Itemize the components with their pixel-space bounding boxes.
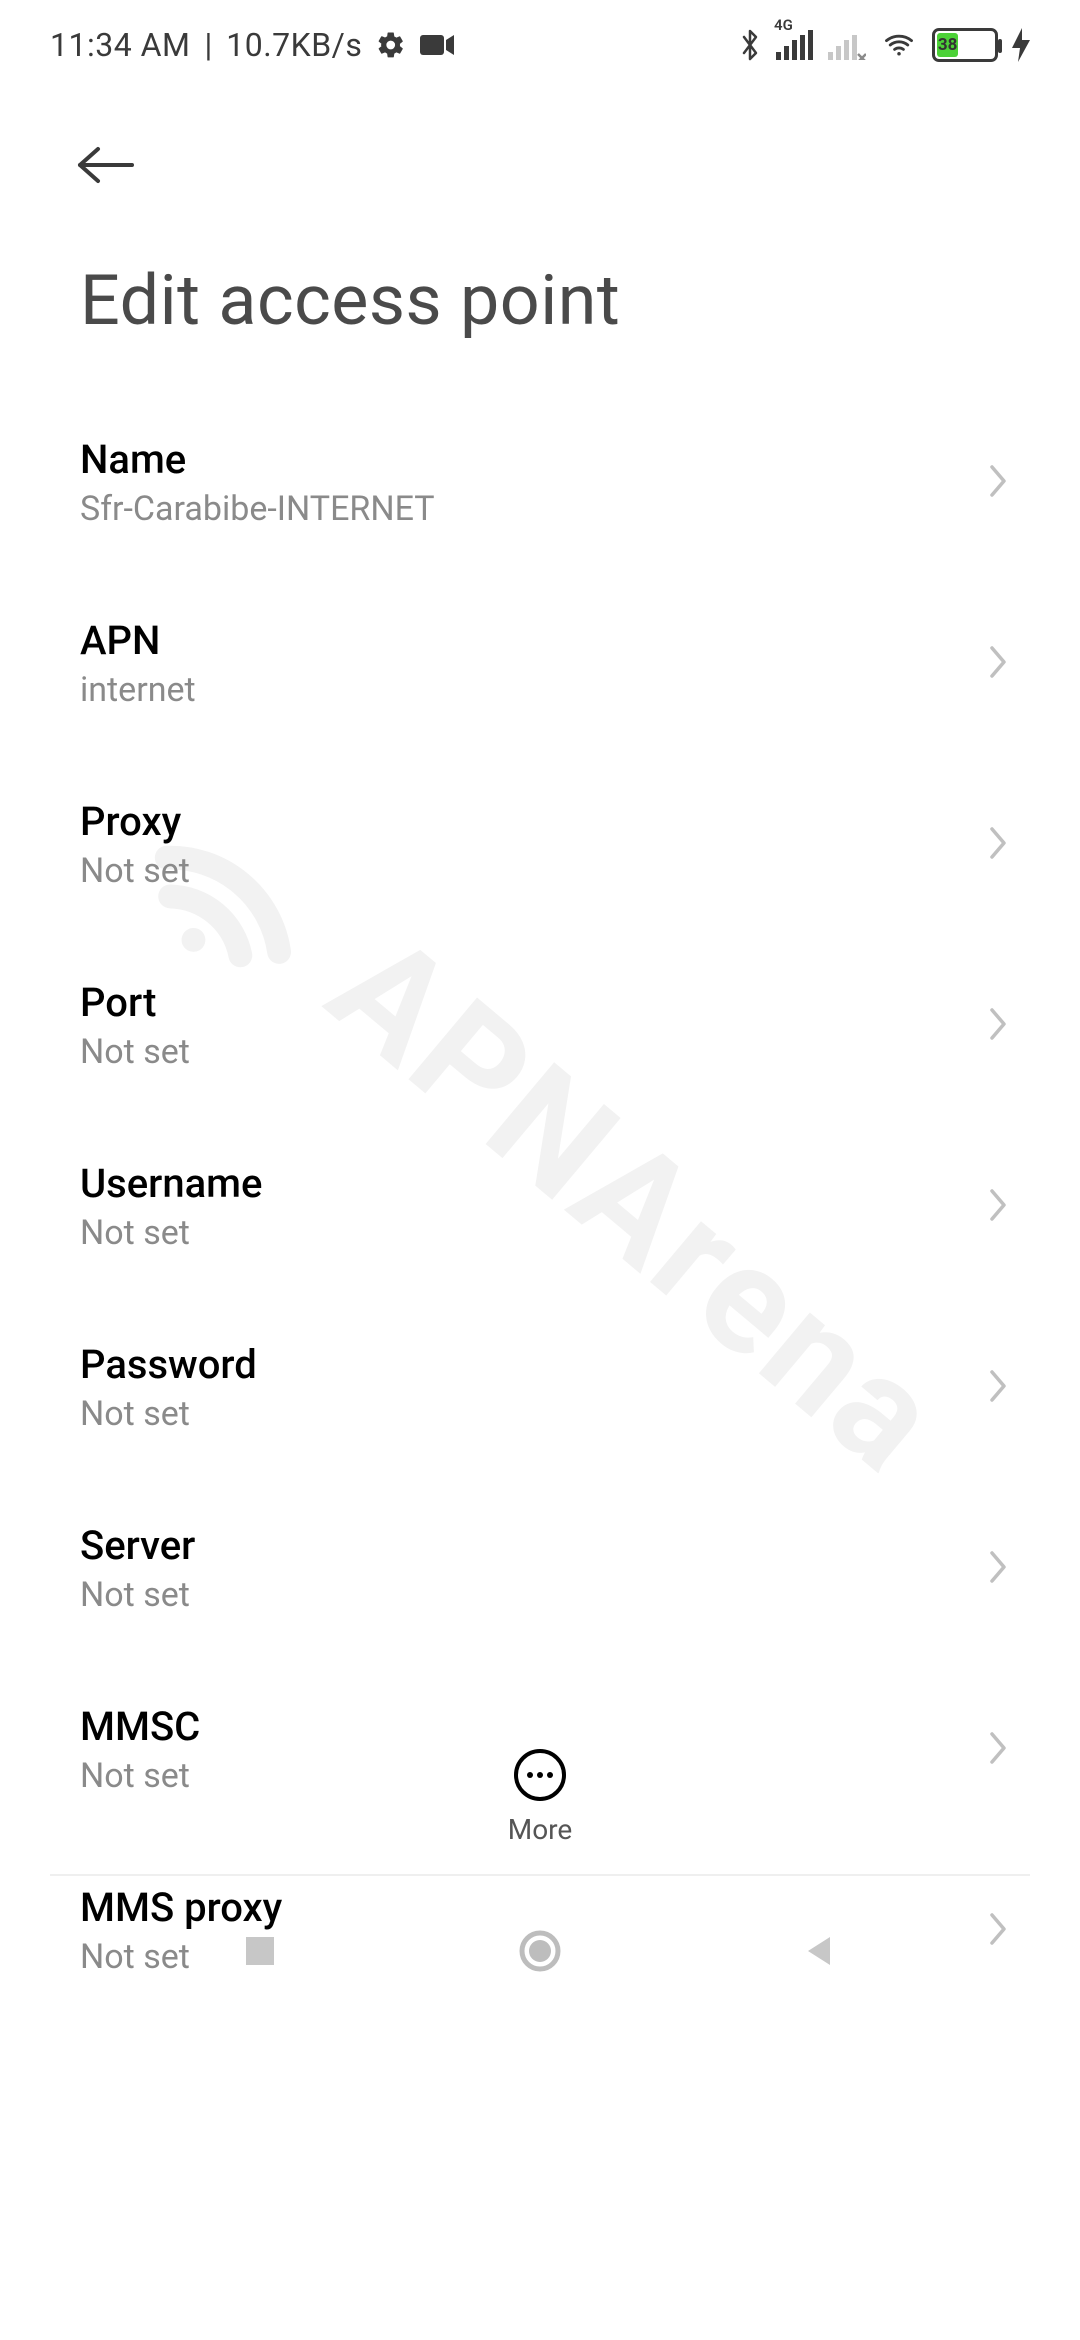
charging-icon (1012, 28, 1030, 62)
field-value: Sfr-Carabibe-INTERNET (80, 489, 435, 529)
field-username[interactable]: Username Not set (0, 1116, 1080, 1297)
battery-level: 38 (937, 33, 958, 57)
more-icon (512, 1747, 568, 1803)
field-server[interactable]: Server Not set (0, 1478, 1080, 1659)
page-title: Edit access point (0, 200, 1080, 392)
bluetooth-icon (738, 27, 762, 63)
field-value: Not set (80, 1394, 257, 1434)
field-port[interactable]: Port Not set (0, 935, 1080, 1116)
field-value: Not set (80, 1213, 262, 1253)
back-button[interactable] (70, 130, 140, 200)
chevron-right-icon (986, 1185, 1010, 1229)
field-value: Not set (80, 1575, 195, 1615)
more-button[interactable]: More (0, 1747, 1080, 1846)
field-name[interactable]: Name Sfr-Carabibe-INTERNET (0, 392, 1080, 573)
arrow-left-icon (74, 143, 136, 187)
field-label: MMSC (80, 1703, 200, 1750)
signal-nosim-icon (828, 30, 866, 60)
field-value: internet (80, 670, 196, 710)
chevron-right-icon (986, 823, 1010, 867)
field-label: Name (80, 436, 435, 483)
field-label: APN (80, 617, 196, 664)
chevron-right-icon (986, 1366, 1010, 1410)
nav-home-button[interactable] (510, 1921, 570, 1981)
chevron-right-icon (986, 1547, 1010, 1591)
network-tag: 4G (774, 16, 793, 34)
divider (50, 1874, 1030, 1876)
field-apn[interactable]: APN internet (0, 573, 1080, 754)
android-nav-bar (0, 1881, 1080, 2021)
field-label: Server (80, 1522, 195, 1569)
field-value: Not set (80, 851, 190, 891)
field-label: Username (80, 1160, 262, 1207)
signal-4g-icon: 4G (776, 30, 814, 60)
camera-icon (420, 33, 454, 57)
status-bar: 11:34 AM | 10.7KB/s 4G (0, 0, 1080, 90)
more-label: More (508, 1813, 573, 1846)
field-label: Proxy (80, 798, 190, 845)
chevron-right-icon (986, 1004, 1010, 1048)
chevron-right-icon (986, 461, 1010, 505)
field-proxy[interactable]: Proxy Not set (0, 754, 1080, 935)
field-value: Not set (80, 1032, 190, 1072)
field-label: Password (80, 1341, 257, 1388)
wifi-icon (880, 30, 918, 60)
chevron-right-icon (986, 642, 1010, 686)
nav-back-button[interactable] (790, 1921, 850, 1981)
status-time: 11:34 AM (50, 26, 190, 64)
field-label: Port (80, 979, 190, 1026)
field-password[interactable]: Password Not set (0, 1297, 1080, 1478)
status-net-speed: 10.7KB/s (226, 26, 362, 64)
nav-recents-button[interactable] (230, 1921, 290, 1981)
battery-icon: 38 (932, 28, 998, 62)
gear-icon (376, 30, 406, 60)
